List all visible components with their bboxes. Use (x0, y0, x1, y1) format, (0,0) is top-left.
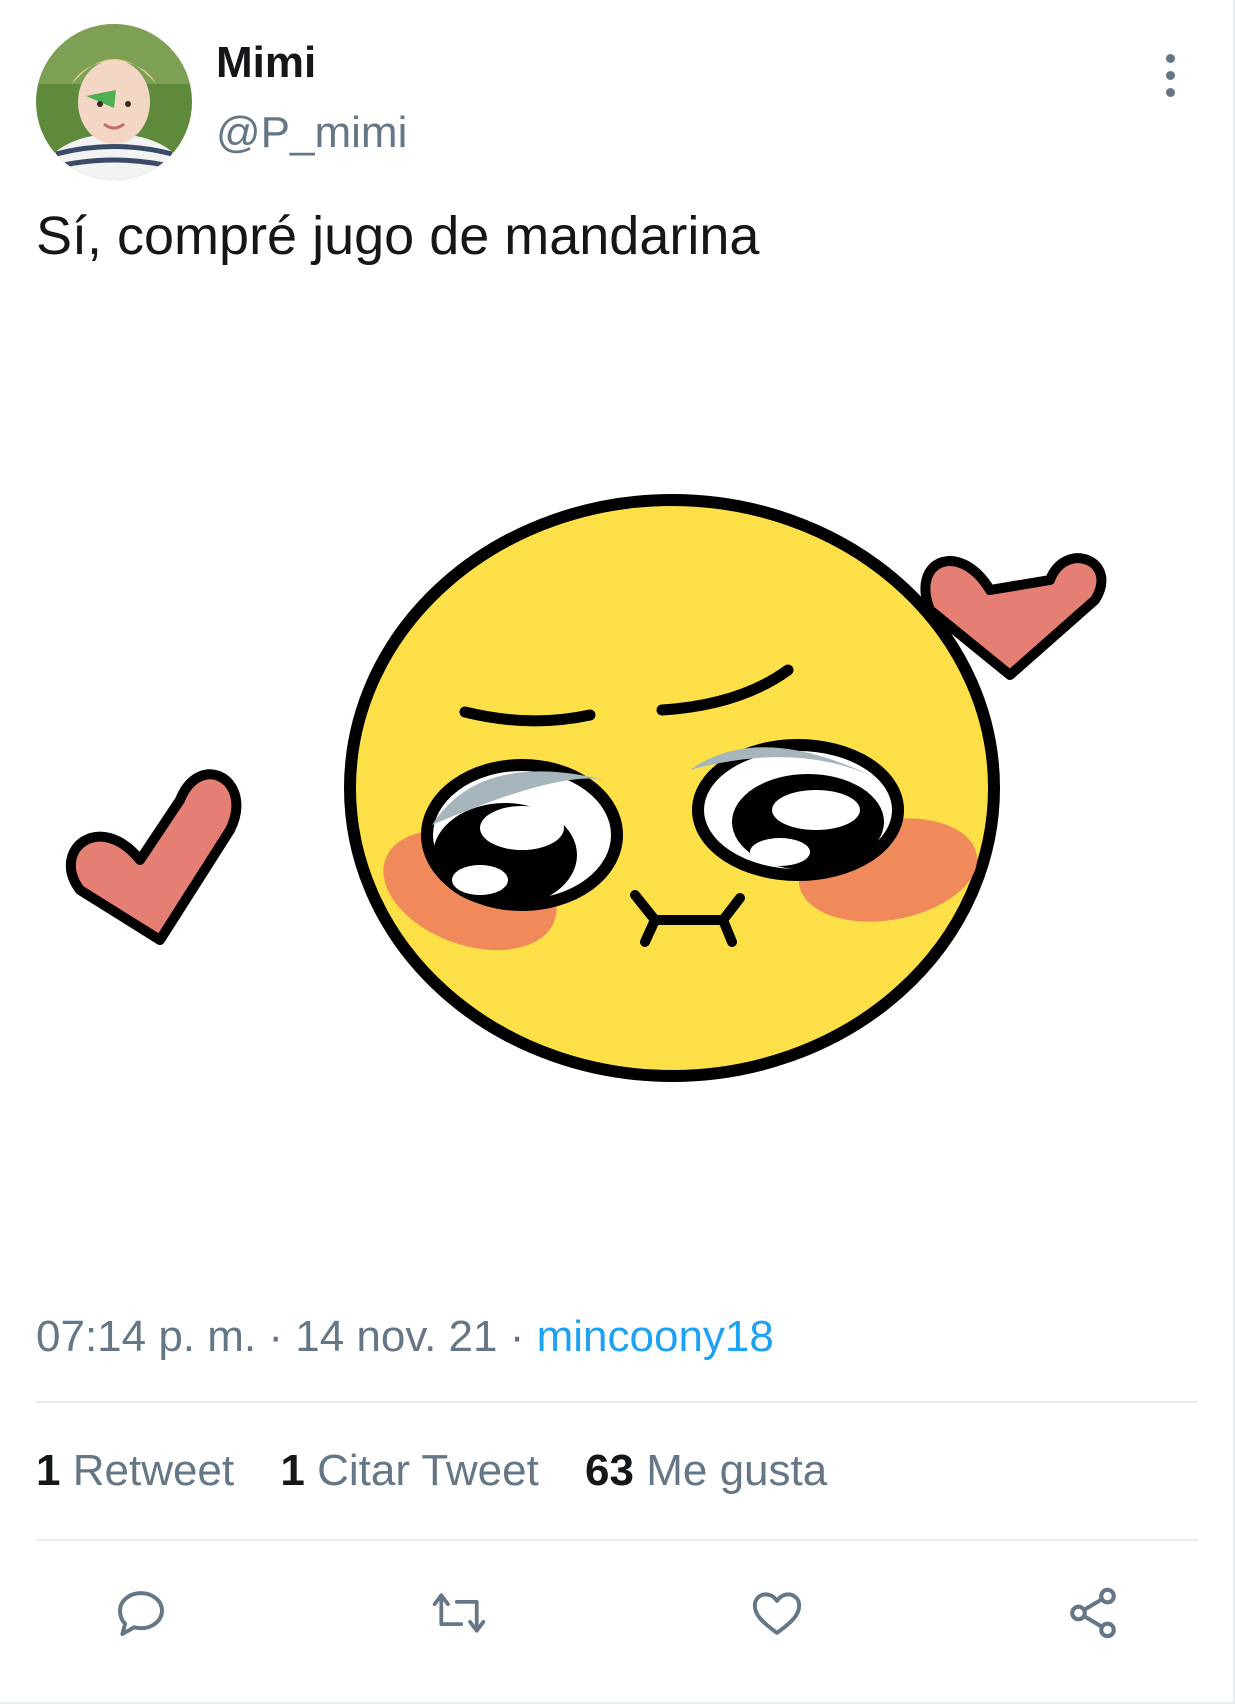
user-handle[interactable]: @P_mimi (216, 108, 407, 158)
divider (36, 1401, 1198, 1403)
tweet-text: Sí, compré jugo de mandarina (36, 206, 760, 266)
quotes-stat[interactable]: 1 Citar Tweet (280, 1446, 538, 1495)
likes-count: 63 (585, 1446, 634, 1495)
tweet-date: 14 nov. 21 (295, 1312, 498, 1361)
retweet-icon (432, 1593, 486, 1633)
retweets-label: Retweet (72, 1446, 235, 1495)
likes-stat[interactable]: 63 Me gusta (585, 1446, 827, 1495)
avatar-image (36, 24, 192, 180)
meta-separator: · (268, 1312, 284, 1361)
retweets-stat[interactable]: 1 Retweet (36, 1446, 234, 1495)
quotes-label: Citar Tweet (317, 1446, 539, 1495)
tweet-meta: 07:14 p. m. · 14 nov. 21 · mincoony18 (36, 1312, 774, 1362)
tweet-source-link[interactable]: mincoony18 (537, 1312, 774, 1361)
reply-icon (118, 1591, 164, 1636)
tweet-stats: 1 Retweet 1 Citar Tweet 63 Me gusta (36, 1446, 861, 1496)
retweets-count: 1 (36, 1446, 61, 1495)
share-button[interactable] (1062, 1582, 1124, 1644)
more-dot (1165, 53, 1175, 63)
tweet-actions (0, 1582, 1235, 1644)
quotes-count: 1 (280, 1446, 305, 1495)
like-button[interactable] (746, 1582, 808, 1644)
display-name[interactable]: Mimi (216, 38, 316, 88)
like-icon (752, 1592, 802, 1635)
likes-label: Me gusta (646, 1446, 828, 1495)
reply-button[interactable] (110, 1582, 172, 1644)
tweet-card: Mimi @P_mimi Sí, compré jugo de mandarin… (0, 0, 1235, 1704)
retweet-button[interactable] (428, 1582, 490, 1644)
share-icon (1070, 1587, 1116, 1639)
tweet-media-emoji[interactable] (60, 480, 1140, 1120)
avatar[interactable] (36, 24, 192, 180)
more-dot (1165, 87, 1175, 97)
tweet-time: 07:14 p. m. (36, 1312, 257, 1361)
more-options-icon[interactable] (1150, 50, 1190, 100)
heart-icon (65, 769, 242, 945)
meta-separator: · (509, 1312, 525, 1361)
more-dot (1165, 70, 1175, 80)
divider (36, 1539, 1198, 1541)
